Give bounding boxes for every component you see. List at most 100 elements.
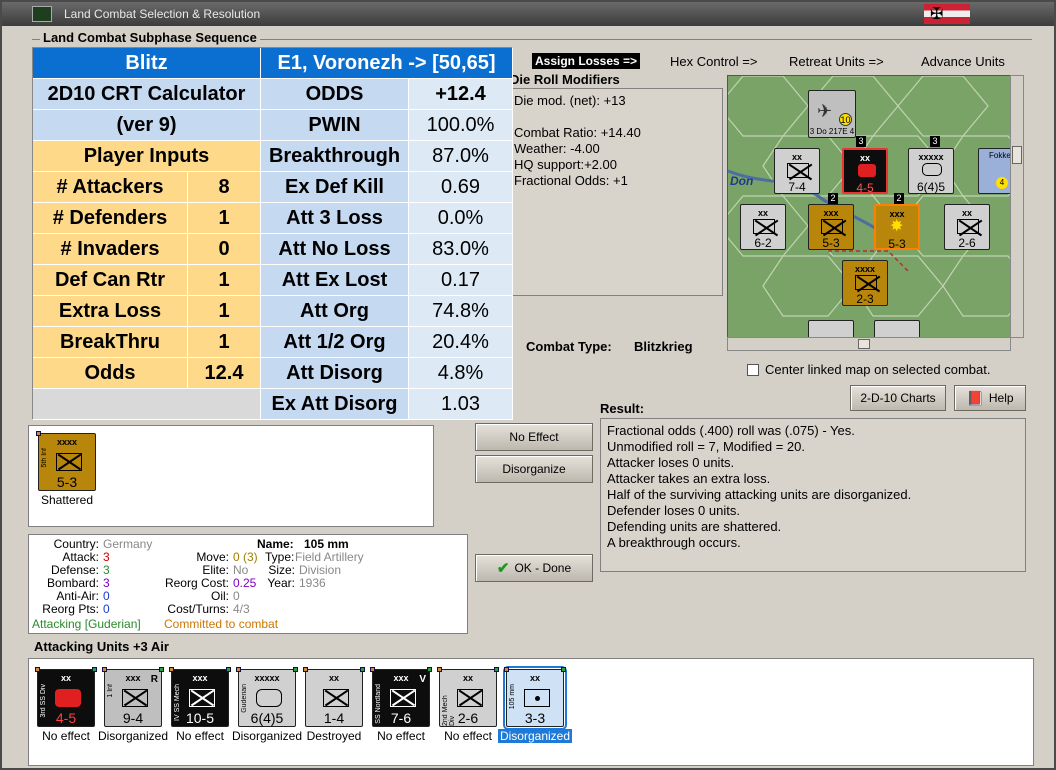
horizontal-scroll-thumb[interactable] (858, 339, 870, 349)
attacker-counter[interactable]: xxx IV SS Mech 10-5 (169, 667, 231, 727)
attacker-counter[interactable]: xx 2nd Mech Div 2-6 (437, 667, 499, 727)
crt-input-label: # Attackers (33, 172, 188, 203)
map-counter-6-2[interactable]: xx 6-2 (740, 204, 786, 250)
map-counter-5-3-a[interactable]: xxx 5-3 (808, 204, 854, 250)
crt-output-label: Ex Def Kill (261, 172, 409, 203)
no-effect-button[interactable]: No Effect (475, 423, 593, 451)
attacking-units-label: Attacking Units +3 Air (34, 639, 169, 654)
linked-map[interactable]: Don ✈ 10 3 Do 217E 4 Fokke 4 xx 7-4 xx 4… (727, 75, 1011, 338)
counter-strength: 2-6 (958, 236, 976, 250)
crt-output-label: Att Disorg (261, 358, 409, 389)
counter-strength: 2-6 (457, 710, 479, 726)
counter-size: xx (859, 153, 870, 163)
crt-input-value[interactable]: 12.4 (188, 358, 261, 389)
crt-output-label: Att Org (261, 296, 409, 327)
attacker-counter[interactable]: xxxxx Guderian 6(4)5 (236, 667, 298, 727)
map-horizontal-scrollbar[interactable] (727, 337, 1011, 351)
crt-input-value[interactable]: 0 (188, 234, 261, 265)
plane-icon: ✈ (817, 101, 833, 121)
crt-output-value: 83.0% (409, 234, 513, 265)
status-indicator (236, 667, 241, 672)
center-map-label: Center linked map on selected combat. (765, 362, 991, 377)
no-effect-button-label: No Effect (509, 430, 559, 444)
status-indicator (494, 667, 499, 672)
attacker-counter[interactable]: xxx SS Nordland V 7-6 (370, 667, 432, 727)
year-value: 1936 (299, 576, 326, 590)
window-title: Land Combat Selection & Resolution (64, 7, 261, 21)
attacker-counter[interactable]: xx 3rd SS Div 4-5 (35, 667, 97, 727)
combat-type-label: Combat Type: (526, 339, 612, 354)
defender-counter[interactable]: xxxx 5th Inf 5-3 (36, 431, 96, 491)
map-counter-5-3-b[interactable]: xxx ✸ 5-3 (874, 204, 920, 251)
step-advance-units[interactable]: Advance Units (921, 54, 1005, 69)
infantry-symbol (821, 219, 843, 234)
map-counter-2-3[interactable]: xxxx 2-3 (842, 260, 888, 306)
crt-player-inputs: Player Inputs (33, 141, 261, 172)
crt-input-value[interactable]: 1 (188, 296, 261, 327)
counter-strength: 4-5 (856, 181, 874, 195)
crt-output-value: 1.03 (409, 389, 513, 420)
crt-output-label: Att Ex Lost (261, 265, 409, 296)
counter-size: xx (757, 208, 768, 218)
counter-strength: 10-5 (185, 710, 215, 726)
map-counter-2-6[interactable]: xx 2-6 (944, 204, 990, 250)
map-counter-7-4[interactable]: xx 7-4 (774, 148, 820, 194)
map-counter-partial[interactable] (808, 320, 854, 337)
attacker-counter[interactable]: xx 105 mm 3-3 (503, 666, 567, 730)
status-indicator (169, 667, 174, 672)
attacker-status: No effect (42, 729, 90, 743)
map-air-unit[interactable]: ✈ 10 3 Do 217E 4 (808, 90, 856, 138)
attacker-status: No effect (176, 729, 224, 743)
attacker-counter[interactable]: xx 1-4 (303, 667, 365, 727)
step-retreat-units[interactable]: Retreat Units => (789, 54, 884, 69)
counter-size: xxxx (854, 264, 876, 274)
crt-input-value[interactable]: 1 (188, 203, 261, 234)
infantry-symbol (957, 219, 979, 234)
counter-strength: 5-3 (822, 236, 840, 250)
vertical-scroll-thumb[interactable] (1012, 146, 1022, 164)
map-counter-6-4-5[interactable]: xxxxx 6(4)5 (908, 148, 954, 194)
book-icon: 📕 (966, 389, 984, 406)
step-hex-control[interactable]: Hex Control => (670, 54, 757, 69)
crt-output-value: 4.8% (409, 358, 513, 389)
map-fighter-unit[interactable]: Fokke 4 (978, 148, 1010, 194)
center-map-checkbox[interactable] (747, 364, 759, 376)
air-unit-badge: 10 (839, 113, 852, 126)
map-counter-partial[interactable] (874, 320, 920, 337)
result-panel: Fractional odds (.400) roll was (.075) -… (600, 418, 1026, 572)
charts-button[interactable]: 2-D-10 Charts (850, 385, 946, 411)
disorganize-button[interactable]: Disorganize (475, 455, 593, 483)
infantry-symbol (323, 689, 349, 707)
crt-version: (ver 9) (33, 110, 261, 141)
committed-status: Committed to combat (164, 617, 279, 631)
crt-output-value: 0.0% (409, 203, 513, 234)
result-line: Attacker takes an extra loss. (607, 471, 771, 486)
infantry-symbol (787, 163, 809, 178)
counter-size: xxxxx (918, 152, 944, 162)
reorg-value: 0 (103, 602, 110, 616)
status-indicator (102, 667, 107, 672)
map-vertical-scrollbar[interactable] (1010, 75, 1024, 338)
attacker-status: Destroyed (306, 729, 362, 743)
crt-input-value[interactable]: 1 (188, 265, 261, 296)
crt-input-value[interactable]: 8 (188, 172, 261, 203)
help-button[interactable]: 📕 Help (954, 385, 1026, 411)
counter-strength: 4-5 (55, 710, 77, 726)
attacker-counter[interactable]: xxx 1 Inf R 9-4 (102, 667, 164, 727)
cost-value: 4/3 (233, 602, 250, 616)
step-assign-losses[interactable]: Assign Losses => (532, 53, 641, 69)
modifier-line-1: Die mod. (net): +13 (514, 93, 626, 108)
ok-done-button[interactable]: ✔ OK - Done (475, 554, 593, 582)
map-counter-4-5[interactable]: xx 4-5 (842, 148, 888, 195)
crt-input-value[interactable]: 1 (188, 327, 261, 358)
crt-output-value: 100.0% (409, 110, 513, 141)
title-bar: Land Combat Selection & Resolution ✠ (2, 2, 1054, 26)
crt-output-value: +12.4 (409, 79, 513, 110)
status-indicator (293, 667, 298, 672)
attacker-status: Disorganized (97, 729, 169, 743)
counter-size: xx (462, 673, 473, 683)
status-indicator (437, 667, 442, 672)
counter-size: xx (961, 208, 972, 218)
counter-name: 105 mm (509, 684, 516, 710)
attacking-status: Attacking [Guderian] (32, 617, 141, 631)
